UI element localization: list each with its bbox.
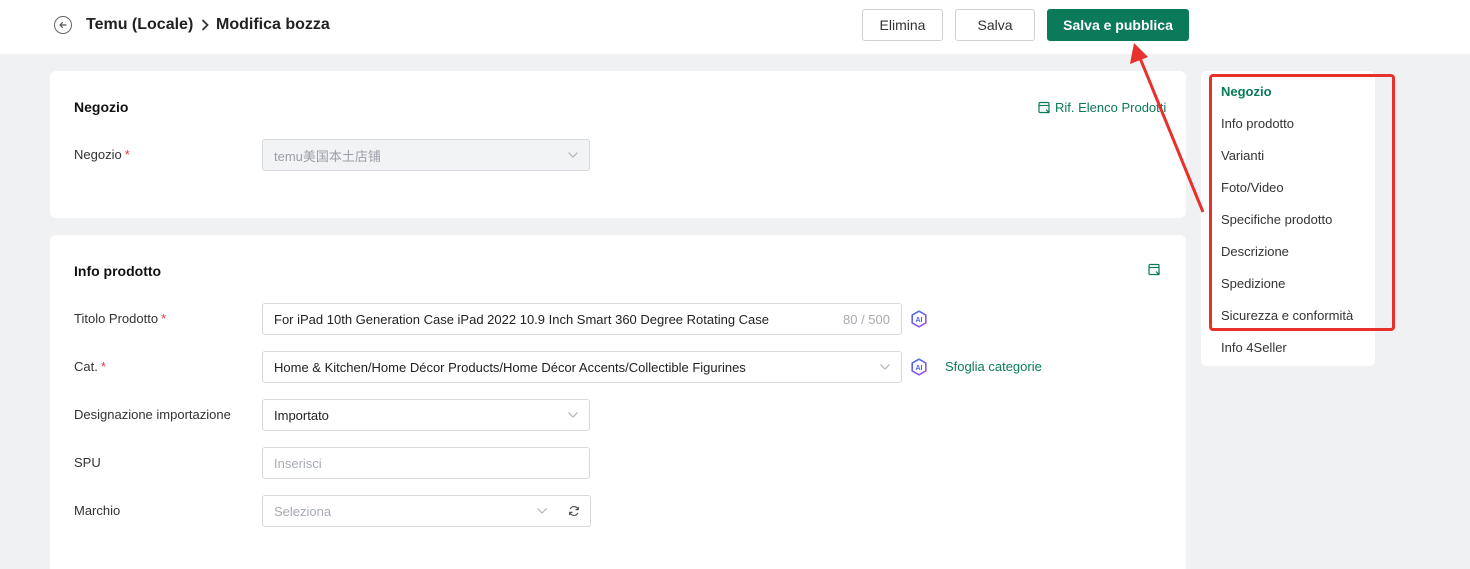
product-info-section-title: Info prodotto <box>74 263 162 279</box>
top-bar: Temu (Locale) Modifica bozza Elimina Sal… <box>0 0 1470 54</box>
product-info-section: Info prodotto Titolo Prodotto * For iPad … <box>50 235 1186 569</box>
page-title: Modifica bozza <box>216 16 330 33</box>
delete-button[interactable]: Elimina <box>862 9 943 41</box>
required-mark: * <box>100 359 106 374</box>
chevron-down-icon <box>880 364 890 370</box>
spu-input[interactable]: Inserisci <box>262 447 590 479</box>
spu-label: SPU <box>74 455 101 470</box>
chevron-down-icon <box>537 508 547 514</box>
store-select[interactable]: temu美国本土店铺 <box>262 139 590 171</box>
store-section: Negozio Rif. Elenco Prodotti Negozio * te… <box>50 71 1186 218</box>
back-button[interactable] <box>54 16 72 34</box>
import-designation-select[interactable]: Importato <box>262 399 590 431</box>
ref-link-label: Rif. Elenco Prodotti <box>1055 100 1167 115</box>
import-designation-label: Designazione importazione <box>74 407 231 422</box>
brand-label: Marchio <box>74 503 121 518</box>
import-designation-value: Importato <box>274 407 329 423</box>
nav-item-store[interactable]: Negozio <box>1221 84 1272 99</box>
product-title-label: Titolo Prodotto * <box>74 311 166 326</box>
brand-select[interactable]: Seleziona <box>262 495 559 527</box>
nav-item-variants[interactable]: Varianti <box>1221 148 1264 163</box>
category-label: Cat. * <box>74 359 106 374</box>
back-arrow-icon <box>59 21 67 29</box>
chevron-down-icon <box>568 152 578 158</box>
nav-item-product-specs[interactable]: Specifiche prodotto <box>1221 212 1332 227</box>
nav-item-shipping[interactable]: Spedizione <box>1221 276 1285 291</box>
nav-item-4seller-info[interactable]: Info 4Seller <box>1221 340 1287 355</box>
save-and-publish-button[interactable]: Salva e pubblica <box>1047 9 1189 41</box>
section-nav: Negozio Info prodotto Varianti Foto/Vide… <box>1201 71 1375 366</box>
required-mark: * <box>161 311 167 326</box>
store-select-value: temu美国本土店铺 <box>274 148 381 164</box>
product-list-reference-link[interactable]: Rif. Elenco Prodotti <box>1038 100 1166 115</box>
refresh-icon <box>569 505 579 517</box>
brand-refresh-button[interactable] <box>558 495 591 527</box>
link-icon <box>1148 263 1160 276</box>
browse-categories-link[interactable]: Sfoglia categorie <box>945 359 1042 374</box>
nav-item-safety-compliance[interactable]: Sicurezza e conformità <box>1221 308 1353 323</box>
breadcrumb-root[interactable]: Temu (Locale) <box>86 15 193 35</box>
ai-badge-text: AI <box>916 317 923 324</box>
category-label-text: Cat. <box>74 359 98 374</box>
required-mark: * <box>124 147 130 162</box>
product-title-input[interactable]: For iPad 10th Generation Case iPad 2022 … <box>262 303 902 335</box>
ai-icon[interactable]: AI <box>910 358 928 376</box>
nav-item-product-info[interactable]: Info prodotto <box>1221 116 1294 131</box>
nav-item-description[interactable]: Descrizione <box>1221 244 1289 259</box>
store-label-text: Negozio <box>74 147 122 162</box>
brand-placeholder: Seleziona <box>274 503 332 519</box>
nav-item-photo-video[interactable]: Foto/Video <box>1221 180 1284 195</box>
ai-icon[interactable]: AI <box>910 310 928 328</box>
spu-placeholder: Inserisci <box>274 455 322 471</box>
category-value: Home & Kitchen/Home Décor Products/Home … <box>274 359 746 375</box>
category-select[interactable]: Home & Kitchen/Home Décor Products/Home … <box>262 351 902 383</box>
product-title-counter: 80 / 500 <box>843 312 890 327</box>
link-icon <box>1038 101 1050 114</box>
product-title-label-text: Titolo Prodotto <box>74 311 159 326</box>
store-section-title: Negozio <box>74 99 129 115</box>
ai-badge-text: AI <box>916 365 923 372</box>
chevron-down-icon <box>568 412 578 418</box>
chevron-right-icon <box>198 16 212 34</box>
save-button[interactable]: Salva <box>955 9 1035 41</box>
product-info-reference-button[interactable] <box>1148 263 1161 279</box>
store-label: Negozio * <box>74 147 130 162</box>
product-title-value: For iPad 10th Generation Case iPad 2022 … <box>274 311 770 327</box>
